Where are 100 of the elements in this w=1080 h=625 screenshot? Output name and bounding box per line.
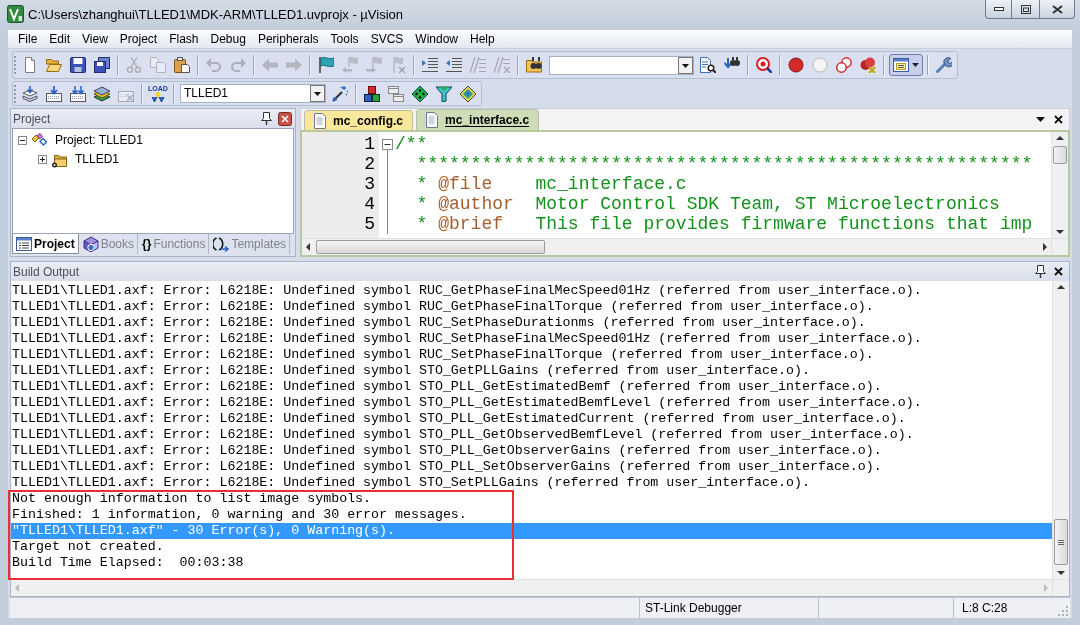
floppy-disks-icon[interactable] [94,57,110,73]
output-line[interactable]: TLLED1\TLLED1.axf: Error: L6218E: Undefined symbol STO_PLL_GetObserverGains (referred from user_interface.o). [11,443,1052,459]
output-line[interactable]: TLLED1\TLLED1.axf: Error: L6218E: Undefined symbol RUC_GetPhaseFinalTorque (referred from user_interface.o). [11,299,1052,315]
close-icon[interactable] [1054,267,1063,276]
menu-item[interactable]: Flash [163,30,205,48]
tray-arrow-icon[interactable] [46,85,62,102]
overlapping-circles-icon[interactable] [836,57,852,73]
menu-item[interactable]: SVCS [364,30,410,48]
collapse-icon[interactable] [18,136,27,145]
fold-collapse-icon[interactable] [381,139,393,150]
filled-circle-icon[interactable] [788,57,804,73]
scrollbar-thumb[interactable] [1053,146,1067,164]
code-line: /** [395,134,428,154]
stacked-windows-icon[interactable] [388,85,404,102]
tree-item[interactable]: TLLED1 [75,152,120,167]
book-icon [82,236,99,252]
magnifier-icon[interactable] [756,57,772,73]
scroll-up-icon[interactable] [1056,136,1064,140]
scroll-left-icon[interactable] [306,243,310,251]
expand-icon[interactable] [38,155,47,164]
output-line[interactable]: Finished: 1 information, 0 warning and 30 error messages. [11,507,1052,523]
output-line[interactable]: Build Time Elapsed: 00:03:38 [11,555,1052,571]
menu-item[interactable]: Edit [43,30,77,48]
braces-icon: {} [142,237,152,251]
flag-icon[interactable] [318,57,334,73]
open-folder-icon[interactable] [46,57,62,73]
line-number: 4 [363,194,375,214]
folder-binoculars-icon[interactable] [526,57,542,73]
menu-item[interactable]: Project [113,30,164,48]
window-list-icon [893,57,909,73]
grip-lines-icon [1058,539,1064,545]
output-line[interactable]: TLLED1\TLLED1.axf: Error: L6218E: Undefined symbol RUC_GetPhaseFinalMecSpeed01Hz (referred from user_interface.o). [11,283,1052,299]
output-line[interactable]: TLLED1\TLLED1.axf: Error: L6218E: Undefined symbol RUC_SetPhaseFinalMecSpeed01Hz (referred from user_interface.o). [11,331,1052,347]
document-search-icon[interactable] [700,57,716,73]
pin-icon[interactable] [1035,265,1046,278]
indent-icon[interactable] [422,57,438,73]
page-icon[interactable] [22,57,38,73]
scroll-down-icon[interactable] [1057,571,1065,575]
outdent-icon[interactable] [446,57,462,73]
layered-diamonds-icon[interactable] [460,85,476,102]
line-number: 5 [363,214,375,234]
project-icon [31,132,47,149]
dotted-diamond-icon[interactable] [412,85,428,102]
menu-item[interactable]: File [12,30,44,48]
output-line[interactable]: Not enough information to list image symbols. [11,491,1052,507]
window-title: C:\Users\zhanghui\TLLED1\MDK-ARM\TLLED1.uvprojx - µVision [28,6,403,23]
menu-item[interactable]: Debug [204,30,252,48]
scrollbar-thumb[interactable] [316,240,545,254]
scrollbar-thumb[interactable] [1054,519,1068,565]
tree-item[interactable]: Project: TLLED1 [55,133,143,148]
close-icon[interactable] [1054,115,1063,124]
circles-cross-icon[interactable] [860,57,876,73]
scroll-right-icon[interactable] [1043,243,1047,251]
output-line[interactable]: TLLED1\TLLED1.axf: Error: L6218E: Undefined symbol RUC_SetPhaseDurationms (referred from user_interface.o). [11,315,1052,331]
cursor-position: L:8 C:28 [961,600,1008,617]
output-line[interactable]: TLLED1\TLLED1.axf: Error: L6218E: Undefined symbol STO_SetPLLGains (referred from user_interface.o). [11,475,1052,491]
panel-tab[interactable]: {} Functions [139,234,210,254]
window-list-button[interactable] [889,54,923,76]
menu-item[interactable]: View [76,30,114,48]
tray-arrows-icon[interactable] [70,85,86,102]
cubes-icon[interactable] [364,85,380,102]
output-line[interactable]: TLLED1\TLLED1.axf: Error: L6218E: Undefined symbol STO_PLL_GetEstimatedBemf (referred from user_interface.o). [11,379,1052,395]
maximize-button[interactable] [1012,0,1040,19]
pin-icon[interactable] [261,112,272,125]
menu-item[interactable]: Tools [324,30,365,48]
size-grip-icon[interactable] [1058,606,1068,616]
down-arrows-icon [150,91,166,103]
vertical-scrollbar[interactable] [1052,281,1069,579]
output-line[interactable]: TLLED1\TLLED1.axf: Error: L6218E: Undefined symbol STO_PLL_GetObservedBemfLevel (referred from user_interface.o). [11,427,1052,443]
code-line: ********************************************************* [415,154,1033,174]
funnel-icon[interactable] [436,85,452,102]
target-dropdown[interactable]: TLLED1 [180,84,326,103]
output-line[interactable]: Target not created. [11,539,1052,555]
output-line[interactable]: TLLED1\TLLED1.axf: Error: L6218E: Undefined symbol RUC_SetPhaseFinalTorque (referred from user_interface.o). [11,347,1052,363]
vertical-scrollbar[interactable] [1051,132,1068,238]
output-line[interactable]: TLLED1\TLLED1.axf: Error: L6218E: Undefined symbol STO_PLL_SetObserverGains (referred from user_interface.o). [11,459,1052,475]
wrench-icon[interactable] [936,57,952,73]
panel-tab[interactable]: Project [12,234,79,254]
stack-arrow-icon[interactable] [22,85,38,102]
scroll-up-icon[interactable] [1057,285,1065,289]
scroll-down-icon[interactable] [1056,230,1064,234]
search-dropdown[interactable] [549,55,694,75]
magic-wand-icon[interactable] [332,85,348,102]
scrollbar-corner [1051,238,1068,255]
line-number: 1 [363,134,375,154]
minimize-button[interactable] [985,0,1012,19]
layers-icon[interactable] [94,85,110,102]
output-line[interactable]: TLLED1\TLLED1.axf: Error: L6218E: Undefined symbol STO_PLL_GetEstimatedCurrent (referred from user_interface.o). [11,411,1052,427]
editor-tab[interactable]: mc_interface.c [416,109,540,130]
menu-item[interactable]: Peripherals [251,30,325,48]
editor-tab[interactable]: mc_config.c [304,110,414,130]
output-line[interactable]: TLLED1\TLLED1.axf: Error: L6218E: Undefined symbol STO_PLL_GetEstimatedBemfLevel (referred from user_interface.o). [11,395,1052,411]
output-line[interactable]: TLLED1\TLLED1.axf: Error: L6218E: Undefined symbol STO_GetPLLGains (referred from user_interface.o). [11,363,1052,379]
close-button[interactable] [1040,0,1075,19]
close-icon[interactable] [278,111,292,126]
menu-item[interactable]: Window [409,30,464,48]
menu-item[interactable]: Help [464,30,501,48]
dropdown-caret-icon[interactable] [1036,117,1045,122]
clipboard-icon[interactable] [174,57,190,73]
horizontal-scrollbar[interactable] [302,238,1051,255]
